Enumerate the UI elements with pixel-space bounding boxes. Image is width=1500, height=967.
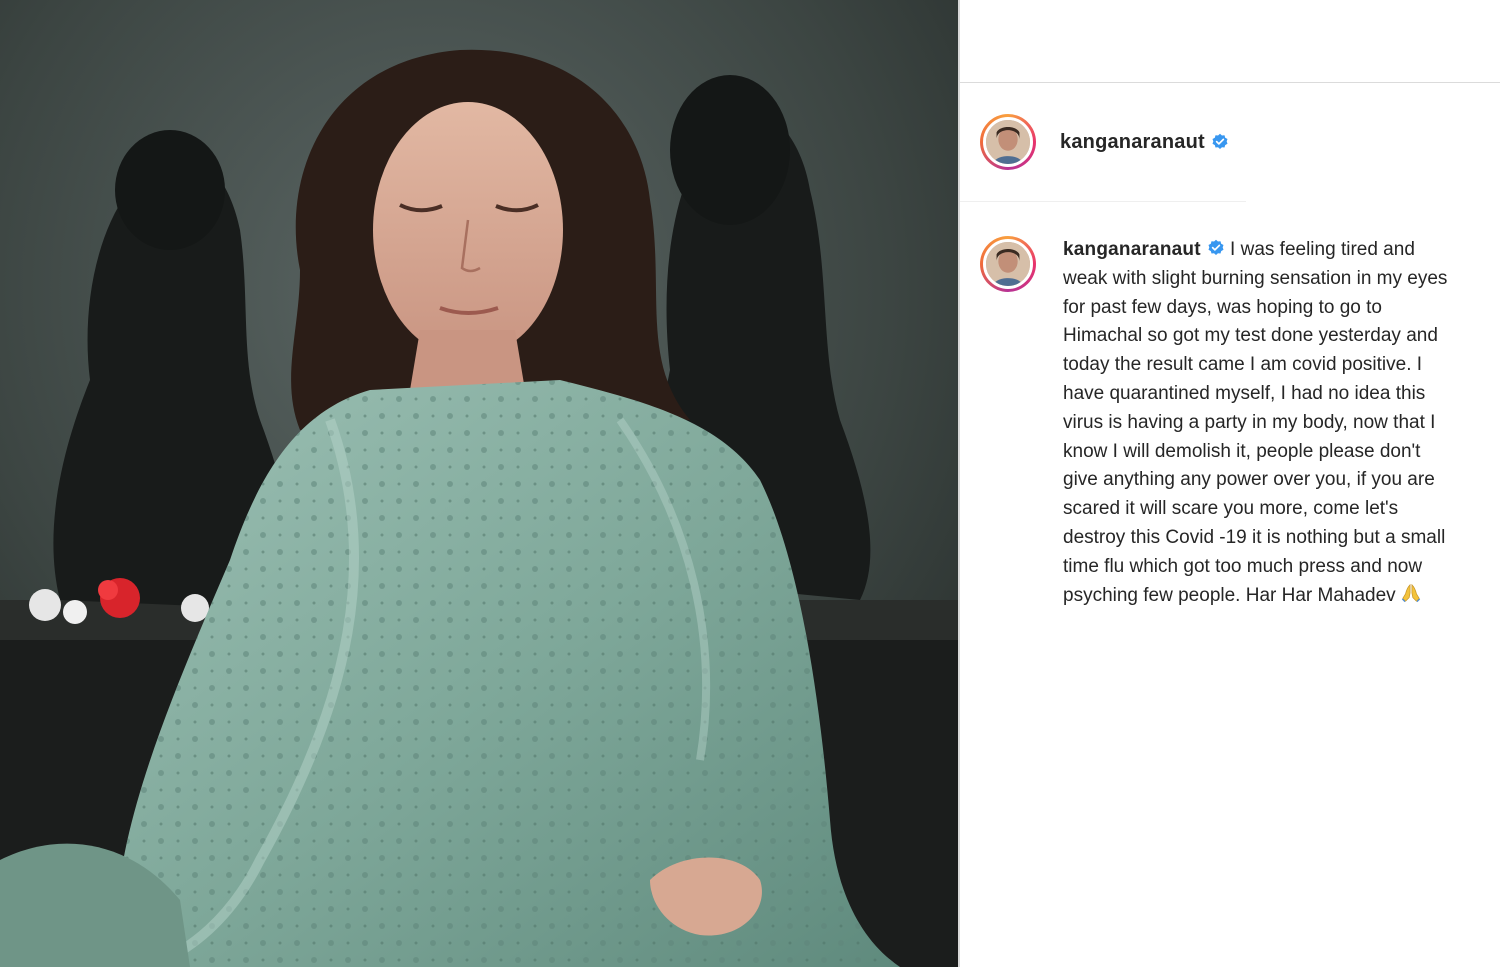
caption-story-ring[interactable] [980, 236, 1036, 292]
avatar-image [986, 120, 1030, 164]
caption-avatar [983, 239, 1033, 289]
verified-badge-icon [1212, 133, 1228, 150]
caption-avatar-image [986, 242, 1030, 286]
post-header: kanganaranaut [960, 83, 1500, 201]
caption-row: kanganaranaut I was feeling tired and we… [960, 202, 1500, 610]
meditation-photo [0, 0, 958, 967]
avatar [983, 117, 1033, 167]
instagram-post: kanganaranaut kanganaranaut I was feelin… [0, 0, 1500, 967]
caption-username[interactable]: kanganaranaut [1063, 239, 1201, 260]
header-username[interactable]: kanganaranaut [1060, 131, 1205, 154]
post-photo[interactable] [0, 0, 958, 967]
post-side-panel: kanganaranaut kanganaranaut I was feelin… [960, 0, 1500, 967]
folded-hands-icon [1401, 583, 1420, 602]
caption: kanganaranaut I was feeling tired and we… [1063, 236, 1448, 610]
caption-text: I was feeling tired and weak with slight… [1063, 239, 1448, 606]
caption-verified-badge-icon [1208, 239, 1224, 256]
top-strip [960, 0, 1500, 83]
story-ring[interactable] [980, 114, 1036, 170]
